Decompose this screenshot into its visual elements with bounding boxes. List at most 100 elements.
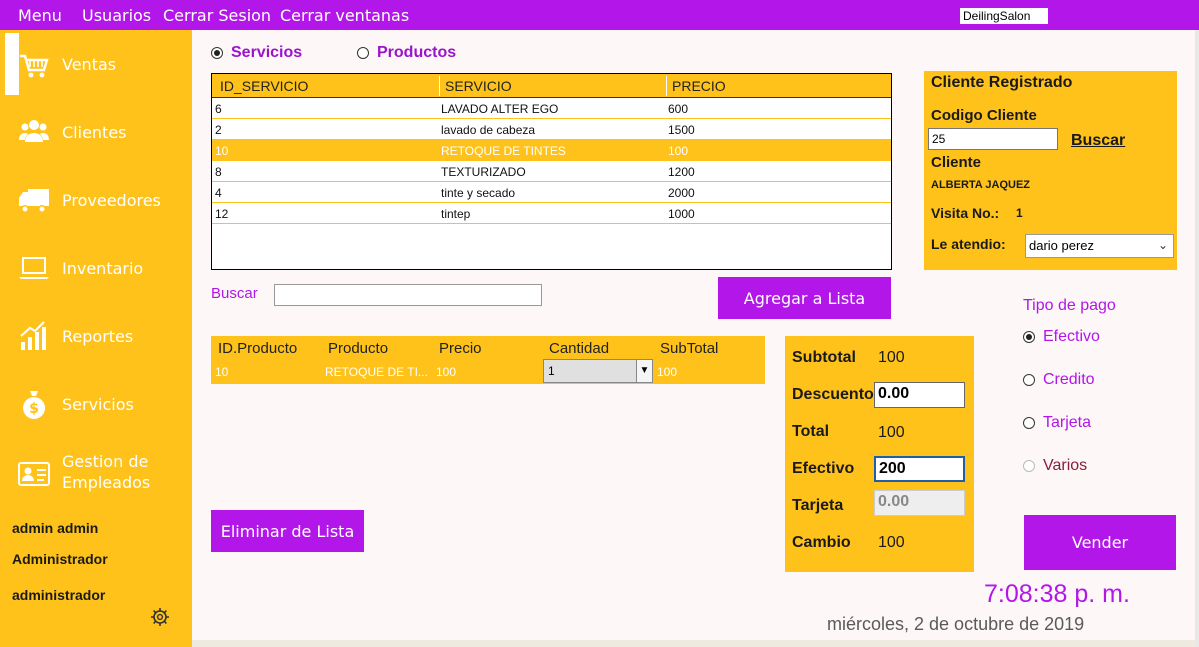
column-header: ID.Producto	[218, 340, 298, 357]
column-header: SubTotal	[660, 340, 719, 357]
payment-tarjeta-label: Tarjeta	[1043, 414, 1092, 431]
client-code-input[interactable]: 25	[928, 128, 1058, 150]
sell-button[interactable]: Vender	[1024, 515, 1176, 570]
client-code-label: Codigo Cliente	[931, 107, 1037, 124]
sidebar-item-label: Gestion de Empleados	[62, 452, 151, 492]
sidebar-item-label: Ventas	[62, 55, 117, 74]
window-edge	[1195, 30, 1199, 647]
servicios-label: Servicios	[231, 44, 303, 61]
list-cell-product: RETOQUE DE TI...	[325, 365, 428, 379]
change-label: Cambio	[792, 534, 851, 551]
table-row[interactable]: 4 tinte y secado 2000	[212, 182, 891, 203]
gear-icon[interactable]	[150, 607, 170, 627]
productos-radio[interactable]	[357, 47, 369, 59]
top-menu-bar: Menu Usuarios Cerrar Sesion Cerrar venta…	[0, 0, 1199, 30]
visit-label: Visita No.:	[931, 205, 1000, 221]
payment-tarjeta-radio[interactable]	[1023, 417, 1035, 429]
clock-time: 7:08:38 p. m.	[984, 580, 1130, 608]
attended-select[interactable]: dario perez ⌄	[1025, 234, 1174, 258]
sidebar-item-empleados[interactable]: Gestion de Empleados	[0, 442, 192, 514]
sidebar-item-label: Reportes	[62, 327, 134, 346]
user-role: Administrador	[12, 551, 108, 567]
attended-label: Le atendio:	[931, 236, 1006, 252]
discount-input[interactable]: 0.00	[874, 382, 965, 408]
quantity-select[interactable]: 1 ▼	[543, 359, 653, 383]
search-label: Buscar	[211, 285, 258, 302]
table-row[interactable]: 6 LAVADO ALTER EGO 600	[212, 98, 891, 119]
card-label: Tarjeta	[792, 497, 844, 514]
cash-label: Efectivo	[792, 460, 855, 477]
productos-label: Productos	[377, 44, 457, 61]
sidebar-item-proveedores[interactable]: Proveedores	[0, 170, 192, 230]
table-row[interactable]: 8 TEXTURIZADO 1200	[212, 161, 891, 182]
sidebar-item-clientes[interactable]: Clientes	[0, 102, 192, 162]
attended-value: dario perez	[1029, 238, 1095, 253]
subtotal-label: Subtotal	[792, 349, 856, 366]
client-name-label: Cliente	[931, 154, 982, 171]
truck-icon	[19, 189, 49, 213]
user-login: administrador	[12, 587, 106, 603]
user-name: admin admin	[12, 520, 99, 536]
laptop-icon	[19, 257, 49, 279]
payment-efectivo-label: Efectivo	[1043, 328, 1100, 345]
table-header: ID_SERVICIO SERVICIO PRECIO	[212, 74, 891, 98]
chevron-down-icon: ▼	[636, 360, 652, 382]
app-name-label: DeilingSalon	[960, 8, 1048, 24]
table-row[interactable]: 12 tintep 1000	[212, 203, 891, 224]
id-card-icon	[18, 462, 50, 486]
sidebar-item-label: Clientes	[62, 123, 127, 142]
payment-varios-label: Varios	[1043, 457, 1088, 474]
svg-text:$: $	[29, 401, 39, 417]
servicios-radio[interactable]	[211, 47, 223, 59]
services-table[interactable]: ID_SERVICIO SERVICIO PRECIO 6 LAVADO ALT…	[211, 73, 892, 270]
cart-icon	[20, 54, 49, 78]
list-cell-id: 10	[215, 365, 229, 379]
payment-type-title: Tipo de pago	[1023, 297, 1116, 314]
sidebar-item-servicios[interactable]: $ Servicios	[0, 374, 192, 434]
payment-efectivo-radio[interactable]	[1023, 331, 1035, 343]
add-to-list-button[interactable]: Agregar a Lista	[718, 277, 891, 319]
sidebar-item-label: Servicios	[62, 395, 134, 414]
column-header: Cantidad	[549, 340, 610, 357]
remove-from-list-button[interactable]: Eliminar de Lista	[211, 510, 364, 552]
client-panel: Cliente Registrado Codigo Cliente 25 Bus…	[924, 71, 1177, 270]
sale-list-table[interactable]: ID.Producto Producto Precio Cantidad Sub…	[211, 336, 765, 384]
sidebar-item-reportes[interactable]: Reportes	[0, 306, 192, 366]
total-label: Total	[792, 423, 830, 440]
visit-value: 1	[1016, 206, 1023, 220]
menu-cerrar-ventanas[interactable]: Cerrar ventanas	[280, 6, 409, 25]
totals-panel: Subtotal 100 Descuento 0.00 Total 100 Ef…	[785, 336, 974, 572]
quantity-value: 1	[548, 364, 555, 378]
chevron-down-icon: ⌄	[1157, 238, 1168, 252]
payment-credito-label: Credito	[1043, 371, 1095, 388]
column-header[interactable]: ID_SERVICIO	[220, 78, 308, 94]
users-icon	[19, 120, 49, 142]
client-panel-title: Cliente Registrado	[931, 74, 1073, 91]
list-cell-subtotal: 100	[657, 365, 678, 379]
card-input: 0.00	[874, 490, 965, 516]
total-value: 100	[878, 424, 905, 441]
menu-usuarios[interactable]: Usuarios	[82, 6, 151, 25]
payment-varios-radio[interactable]	[1023, 460, 1035, 472]
clock-date: miércoles, 2 de octubre de 2019	[827, 614, 1085, 634]
payment-credito-radio[interactable]	[1023, 374, 1035, 386]
subtotal-value: 100	[878, 349, 905, 366]
change-value: 100	[878, 534, 905, 551]
sidebar: Ventas Clientes Proveedores Inventario R…	[0, 30, 192, 647]
sidebar-item-inventario[interactable]: Inventario	[0, 238, 192, 298]
column-header[interactable]: PRECIO	[672, 78, 726, 94]
menu-menu[interactable]: Menu	[18, 6, 62, 25]
sidebar-item-label: Inventario	[62, 259, 144, 278]
table-row[interactable]: 2 lavado de cabeza 1500	[212, 119, 891, 140]
table-row-selected[interactable]: 10 RETOQUE DE TINTES 100	[212, 140, 891, 161]
pos-window: Menu Usuarios Cerrar Sesion Cerrar venta…	[0, 0, 1199, 647]
sidebar-item-label: Proveedores	[62, 191, 161, 210]
sidebar-item-ventas[interactable]: Ventas	[0, 34, 192, 94]
column-header[interactable]: SERVICIO	[445, 78, 512, 94]
menu-cerrar-sesion[interactable]: Cerrar Sesion	[163, 6, 271, 25]
list-cell-price: 100	[436, 365, 457, 379]
search-input[interactable]	[274, 284, 542, 306]
client-search-link[interactable]: Buscar	[1071, 132, 1125, 150]
column-header: Producto	[328, 340, 389, 357]
cash-input[interactable]: 200	[874, 456, 965, 482]
